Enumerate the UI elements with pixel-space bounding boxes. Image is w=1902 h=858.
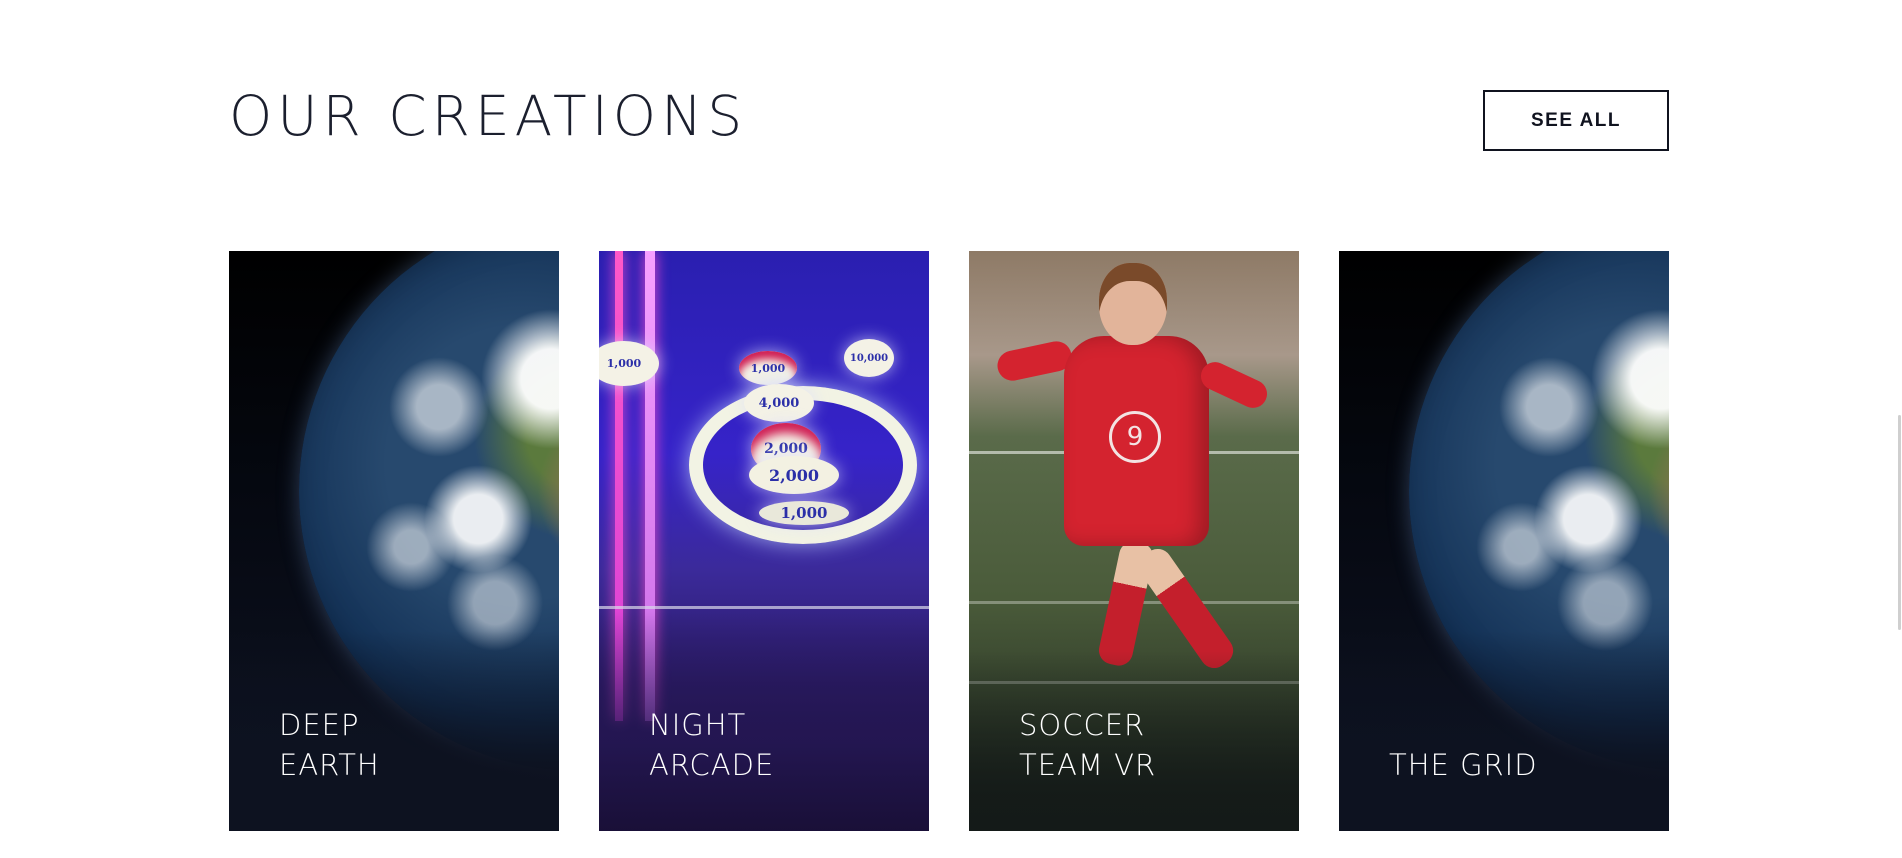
card-title-line2: TEAM VR — [1019, 748, 1157, 782]
see-all-button[interactable]: SEE ALL — [1483, 90, 1669, 151]
card-title-line2: THE GRID — [1389, 748, 1538, 782]
score-ring: 1,000 — [739, 351, 797, 385]
card-title: THE GRID — [1389, 745, 1538, 785]
scrollbar-thumb[interactable] — [1898, 415, 1901, 630]
section-title: OUR CREATIONS — [229, 84, 748, 148]
card-title-line1: DEEP — [279, 708, 360, 742]
score-ring: 2,000 — [749, 456, 839, 494]
creations-grid: DEEP EARTH 1,000 10,000 1,000 4,000 2,00… — [229, 251, 1669, 831]
score-ring: 1,000 — [759, 501, 849, 525]
card-night-arcade[interactable]: 1,000 10,000 1,000 4,000 2,000 2,000 1,0… — [599, 251, 929, 831]
card-gradient-overlay — [1339, 631, 1669, 831]
card-the-grid[interactable]: THE GRID — [1339, 251, 1669, 831]
lane-rail — [599, 606, 929, 609]
card-title-line2: EARTH — [279, 748, 380, 782]
card-title: SOCCER TEAM VR — [1019, 705, 1156, 785]
card-title-line2: ARCADE — [649, 748, 775, 782]
card-title: DEEP EARTH — [279, 705, 380, 785]
card-deep-earth[interactable]: DEEP EARTH — [229, 251, 559, 831]
score-ring: 4,000 — [744, 384, 814, 422]
page-scrollbar[interactable] — [1896, 0, 1902, 858]
card-title: NIGHT ARCADE — [649, 705, 774, 785]
player-head — [1099, 263, 1167, 345]
card-title-line1: SOCCER — [1019, 708, 1146, 742]
score-ring: 10,000 — [844, 339, 894, 377]
creations-section: OUR CREATIONS SEE ALL DEEP EARTH 1,000 1… — [0, 0, 1902, 858]
card-title-line1: NIGHT — [649, 708, 747, 742]
jersey-number: 9 — [1109, 411, 1161, 463]
card-soccer-team-vr[interactable]: 9 SOCCER TEAM VR — [969, 251, 1299, 831]
